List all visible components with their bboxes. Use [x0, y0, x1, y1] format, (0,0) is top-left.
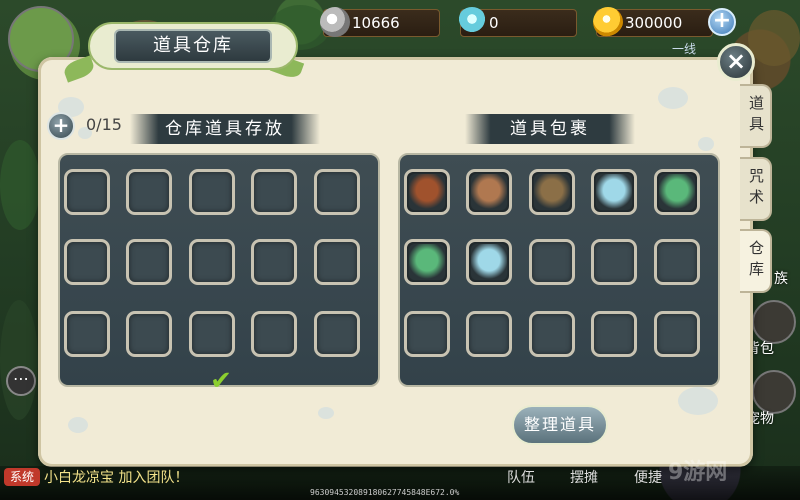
page-title: 道具仓库	[114, 29, 272, 63]
storage-empty-slot[interactable]	[126, 169, 172, 215]
bag-empty-slot[interactable]	[654, 311, 700, 357]
bag-empty-slot[interactable]	[591, 239, 637, 285]
silver-counter: 10666	[320, 7, 440, 37]
storage-capacity: 0/15	[86, 115, 122, 134]
storage-empty-slot[interactable]	[251, 311, 297, 357]
bottom-menu-shortcut[interactable]: 便捷	[634, 467, 662, 487]
spirit-pet-egg-icon	[471, 244, 507, 280]
gold-ingot-icon	[593, 7, 623, 37]
storage-section-title: 仓库道具存放	[130, 114, 320, 144]
crystal-icon	[457, 7, 487, 37]
gold-value: 300000	[625, 14, 683, 32]
tab-spells[interactable]: 咒术	[740, 157, 772, 221]
bag-empty-slot[interactable]	[654, 239, 700, 285]
feathered-helmet-icon	[534, 174, 570, 210]
title-plate: 道具仓库	[88, 22, 298, 70]
storage-empty-slot[interactable]	[251, 169, 297, 215]
silver-coin-icon	[320, 7, 350, 37]
storage-grid	[58, 153, 380, 387]
storage-empty-slot[interactable]	[64, 239, 110, 285]
jade-bottle-icon	[409, 244, 445, 280]
expand-storage-button[interactable]: +	[47, 112, 75, 140]
spirit-pet-egg-icon	[596, 174, 632, 210]
bag-section-title: 道具包裹	[465, 114, 635, 144]
tab-items[interactable]: 道具	[740, 84, 772, 148]
scroll-down-icon[interactable]: ✔	[206, 368, 236, 394]
storage-empty-slot[interactable]	[251, 239, 297, 285]
storage-empty-slot[interactable]	[64, 169, 110, 215]
storage-empty-slot[interactable]	[189, 239, 235, 285]
gold-counter: 300000	[593, 7, 713, 37]
tab-storage[interactable]: 仓库	[740, 229, 772, 293]
bag-empty-slot[interactable]	[529, 239, 575, 285]
close-button[interactable]: ×	[717, 43, 755, 81]
bag-empty-slot[interactable]	[529, 311, 575, 357]
storage-empty-slot[interactable]	[314, 169, 360, 215]
storage-empty-slot[interactable]	[189, 311, 235, 357]
coordinate-readout: 963094532089180627745848E672.0%	[310, 488, 460, 497]
bag-empty-slot[interactable]	[404, 311, 450, 357]
system-badge: 系统	[4, 468, 40, 486]
chat-icon[interactable]: ⋯	[6, 366, 36, 396]
bag-empty-slot[interactable]	[591, 311, 637, 357]
bag-grid	[398, 153, 720, 387]
bag-item-slot[interactable]	[529, 169, 575, 215]
plus-icon: +	[52, 113, 70, 137]
storage-empty-slot[interactable]	[126, 239, 172, 285]
jade-bottle-icon	[659, 174, 695, 210]
storage-empty-slot[interactable]	[314, 311, 360, 357]
plus-icon: +	[712, 8, 732, 33]
crystal-value: 0	[489, 14, 499, 32]
storage-empty-slot[interactable]	[64, 311, 110, 357]
storage-empty-slot[interactable]	[189, 169, 235, 215]
bag-item-slot[interactable]	[654, 169, 700, 215]
chat-message[interactable]: 小白龙凉宝 加入团队！	[44, 467, 188, 487]
silver-value: 10666	[352, 14, 400, 32]
crystal-counter: 0	[457, 7, 577, 37]
server-line-label: 一线	[672, 42, 697, 56]
storage-empty-slot[interactable]	[126, 311, 172, 357]
bag-item-slot[interactable]	[404, 239, 450, 285]
watermark: 9游网	[668, 460, 728, 485]
bottom-menu-team[interactable]: 队伍	[507, 467, 535, 487]
bottom-menu-stall[interactable]: 摆摊	[570, 467, 598, 487]
bag-empty-slot[interactable]	[466, 311, 512, 357]
bag-item-slot[interactable]	[591, 169, 637, 215]
organize-items-button[interactable]: 整理道具	[512, 405, 608, 445]
spiked-mace-icon	[409, 174, 445, 210]
topup-button[interactable]: +	[708, 8, 736, 36]
close-icon: ×	[725, 47, 747, 75]
bag-item-slot[interactable]	[466, 169, 512, 215]
bag-item-slot[interactable]	[404, 169, 450, 215]
right-menu-family[interactable]: 族	[774, 268, 788, 288]
bag-item-slot[interactable]	[466, 239, 512, 285]
bronze-armor-icon	[471, 174, 507, 210]
storage-empty-slot[interactable]	[314, 239, 360, 285]
